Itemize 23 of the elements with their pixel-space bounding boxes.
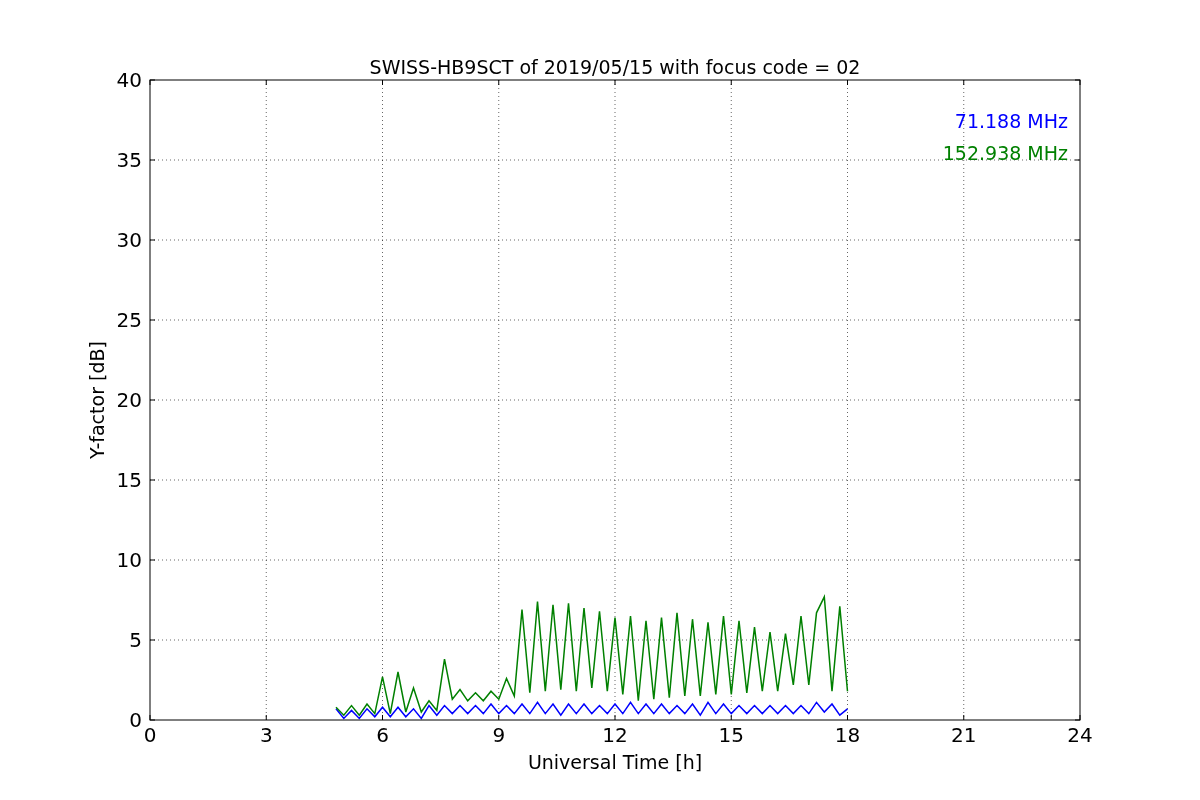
- y-tick-label: 30: [116, 228, 142, 252]
- x-tick-label: 3: [259, 723, 273, 747]
- chart-title: SWISS-HB9SCT of 2019/05/15 with focus code = 02: [369, 56, 861, 78]
- x-axis-label: Universal Time [h]: [527, 751, 703, 773]
- y-tick-label: 10: [116, 548, 142, 572]
- legend-label: 152.938 MHz: [942, 142, 1068, 164]
- x-tick-label: 24: [1067, 723, 1093, 747]
- y-tick-label: 5: [129, 628, 142, 652]
- y-tick-label: 20: [116, 388, 142, 412]
- x-tick-label: 15: [718, 723, 744, 747]
- legend-label: 71.188 MHz: [954, 110, 1068, 132]
- x-tick-label: 18: [834, 723, 861, 747]
- x-tick-label: 21: [951, 723, 977, 747]
- y-tick-label: 0: [129, 708, 142, 732]
- y-tick-label: 40: [116, 68, 142, 92]
- y-tick-label: 25: [116, 308, 142, 332]
- y-axis-label: Y-factor [dB]: [86, 341, 108, 459]
- x-tick-label: 12: [602, 723, 628, 747]
- y-tick-label: 15: [116, 468, 142, 492]
- x-tick-label: 9: [492, 723, 506, 747]
- x-tick-label: 6: [376, 723, 389, 747]
- y-tick-label: 35: [116, 148, 142, 172]
- x-tick-label: 0: [143, 723, 157, 747]
